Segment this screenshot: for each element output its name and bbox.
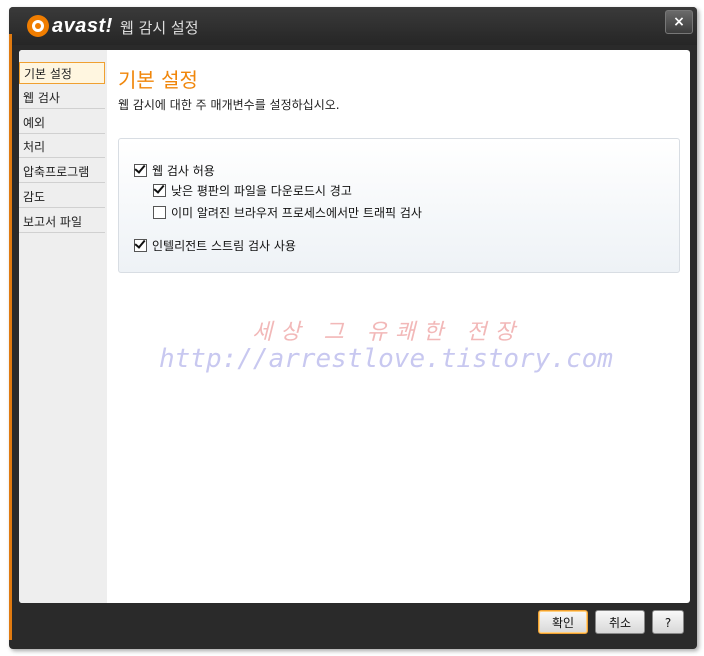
sidebar-item-report-file[interactable]: 보고서 파일 — [19, 211, 105, 233]
sidebar: 기본 설정 웹 검사 예외 처리 압축프로그램 감도 보고서 파일 — [19, 50, 107, 603]
checkbox-checked-icon[interactable] — [134, 239, 147, 252]
checkbox-checked-icon[interactable] — [134, 164, 147, 177]
options-group: 웹 검사 허용 낮은 평판의 파일을 다운로드시 경고 이미 알려진 브라우저 … — [118, 138, 680, 273]
option-intelligent-stream[interactable]: 인텔리전트 스트림 검사 사용 — [134, 237, 296, 254]
sidebar-item-actions[interactable]: 처리 — [19, 136, 105, 158]
watermark-text: 세상 그 유쾌한 전장 — [252, 320, 523, 345]
sidebar-item-basic-settings[interactable]: 기본 설정 — [19, 62, 105, 84]
option-label: 인텔리전트 스트림 검사 사용 — [152, 239, 296, 253]
option-low-reputation-warning[interactable]: 낮은 평판의 파일을 다운로드시 경고 — [153, 182, 352, 199]
ok-button[interactable]: 확인 — [538, 610, 588, 634]
help-button[interactable]: ? — [652, 610, 684, 634]
page-description: 웹 감시에 대한 주 매개변수를 설정하십시오. — [118, 98, 340, 112]
cancel-button[interactable]: 취소 — [595, 610, 645, 634]
watermark-url: http://arrestlove.tistory.com — [159, 344, 613, 374]
checkbox-checked-icon[interactable] — [153, 184, 166, 197]
option-known-browsers-only[interactable]: 이미 알려진 브라우저 프로세스에서만 트래픽 검사 — [153, 204, 422, 221]
frame-accent — [9, 34, 12, 640]
sidebar-item-exceptions[interactable]: 예외 — [19, 112, 105, 134]
avast-logo-icon — [27, 15, 49, 37]
sidebar-item-sensitivity[interactable]: 감도 — [19, 186, 105, 208]
checkbox-unchecked-icon[interactable] — [153, 206, 166, 219]
option-label: 낮은 평판의 파일을 다운로드시 경고 — [171, 184, 352, 198]
close-icon: × — [673, 14, 685, 30]
window-title: 웹 감시 설정 — [120, 19, 199, 37]
close-button[interactable]: × — [665, 10, 693, 34]
page-title: 기본 설정 — [118, 68, 198, 92]
option-label: 웹 검사 허용 — [152, 164, 215, 178]
sidebar-item-web-scan[interactable]: 웹 검사 — [19, 87, 105, 109]
option-label: 이미 알려진 브라우저 프로세스에서만 트래픽 검사 — [171, 206, 422, 220]
sidebar-item-packers[interactable]: 압축프로그램 — [19, 161, 105, 183]
avast-logo: avast! — [27, 13, 113, 39]
logo-text: avast! — [52, 14, 113, 37]
option-web-scan[interactable]: 웹 검사 허용 — [134, 162, 215, 179]
